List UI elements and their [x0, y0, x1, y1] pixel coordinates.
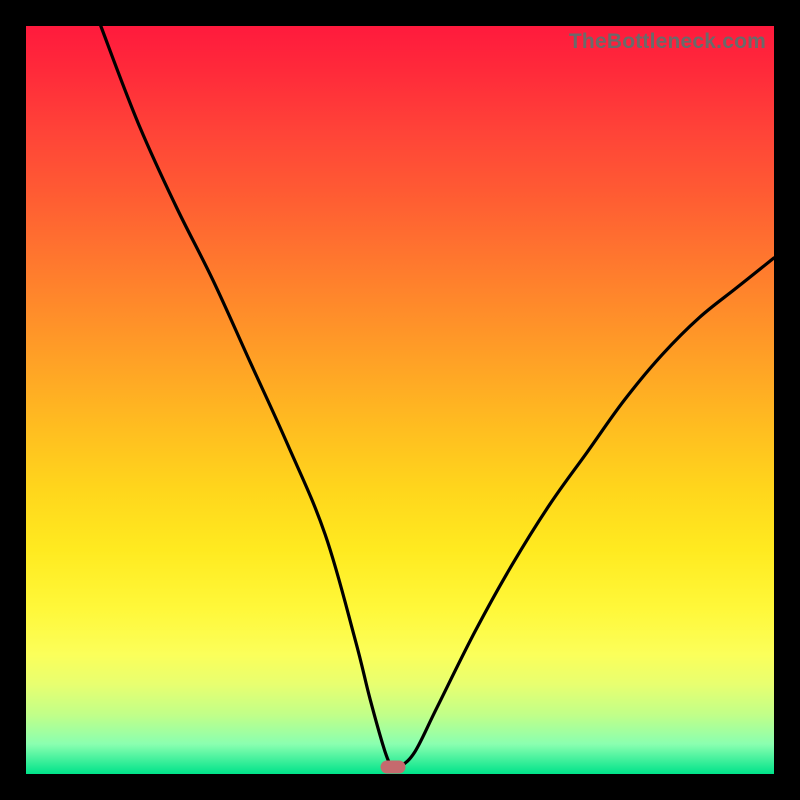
optimal-point-marker	[380, 760, 405, 773]
plot-area: TheBottleneck.com	[26, 26, 774, 774]
bottleneck-curve	[26, 26, 774, 774]
chart-frame: TheBottleneck.com	[0, 0, 800, 800]
